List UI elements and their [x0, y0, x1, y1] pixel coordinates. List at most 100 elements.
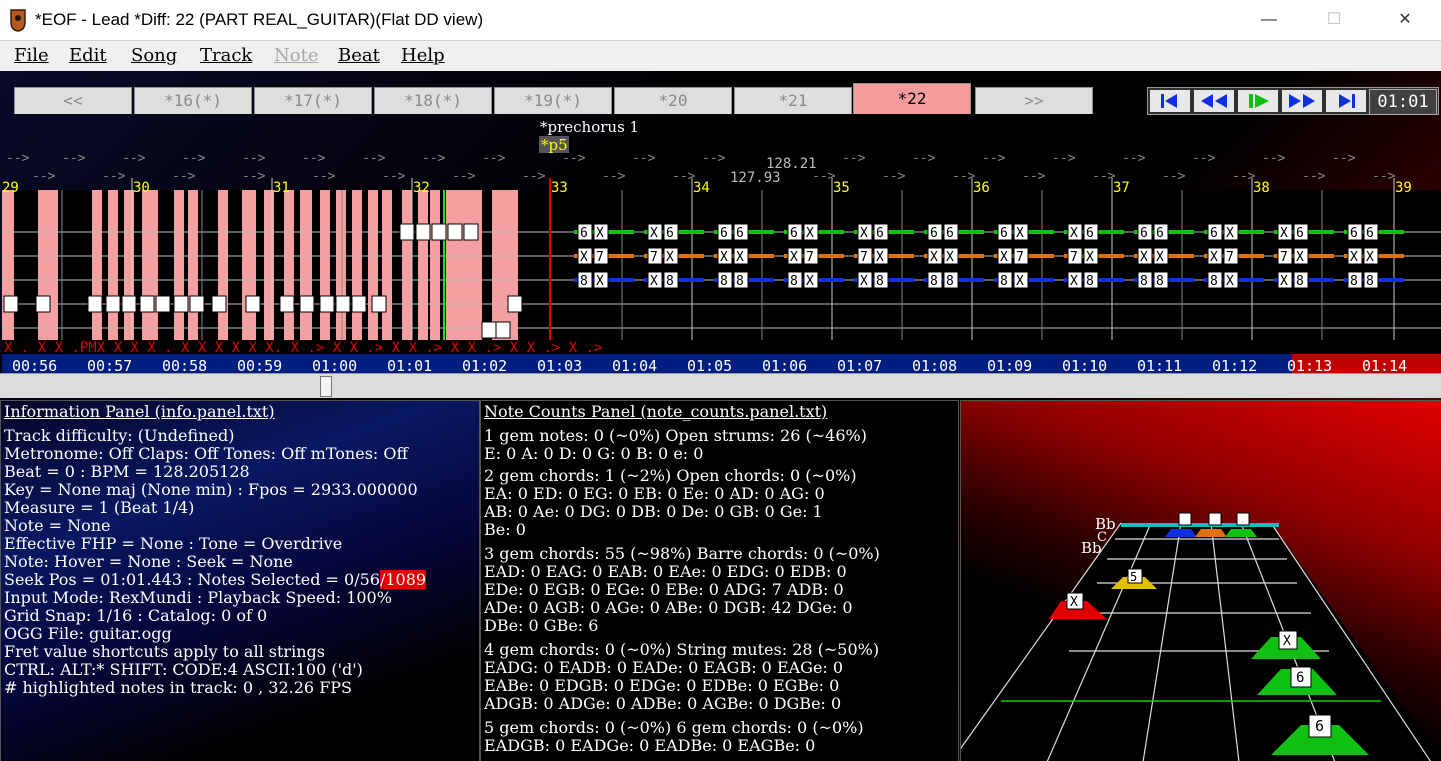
- counts-line: 3 gem chords: 55 (~98%) Barre chords: 0 …: [484, 544, 880, 563]
- svg-text:-->: -->: [242, 151, 266, 166]
- section-label: *prechorus 1: [540, 118, 639, 136]
- note-gem[interactable]: [87, 295, 103, 313]
- svg-text:-->: -->: [172, 169, 196, 184]
- note-gem-label: 6: [1296, 226, 1304, 241]
- menu-file[interactable]: File: [14, 45, 49, 66]
- skip-to-start-button[interactable]: [1150, 90, 1190, 112]
- info-line: OGG File: guitar.ogg: [4, 624, 172, 643]
- counts-line: AB: 0 Ae: 0 DG: 0 DB: 0 De: 0 GB: 0 Ge: …: [484, 502, 823, 521]
- note-gem[interactable]: [105, 295, 121, 313]
- tab-diff-16[interactable]: *16(*): [134, 87, 252, 114]
- counts-line: ADGB: 0 ADGe: 0 ADBe: 0 AGBe: 0 DGBe: 0: [484, 694, 842, 713]
- note-gem[interactable]: [463, 223, 479, 241]
- horizontal-scrollbar[interactable]: [0, 373, 1441, 398]
- note-counts-panel: Note Counts Panel (note_counts.panel.txt…: [480, 400, 959, 761]
- menu-track[interactable]: Track: [200, 45, 252, 66]
- note-gem[interactable]: [399, 223, 415, 241]
- note-gem[interactable]: [245, 295, 261, 313]
- time-display: 01:01: [1369, 89, 1437, 115]
- note-gem[interactable]: [139, 295, 155, 313]
- note-gem-label: 7: [1226, 250, 1234, 265]
- note-gem[interactable]: [447, 223, 463, 241]
- tab-diff-22[interactable]: *22: [853, 83, 971, 114]
- tab-diff-21[interactable]: *21: [734, 87, 852, 114]
- menu-beat[interactable]: Beat: [338, 45, 380, 66]
- note-gem[interactable]: [371, 295, 387, 313]
- info-line: Input Mode: RexMundi : Playback Speed: 1…: [4, 588, 392, 607]
- info-line: Track difficulty: (Undefined): [4, 426, 235, 445]
- menu-help[interactable]: Help: [401, 45, 445, 66]
- note-gem[interactable]: [415, 223, 431, 241]
- measure-32: 32: [413, 180, 430, 196]
- counts-line: 5 gem chords: 0 (~0%) 6 gem chords: 0 (~…: [484, 718, 864, 737]
- note-gem[interactable]: [189, 295, 205, 313]
- note-gem[interactable]: [319, 295, 335, 313]
- note-gem-label: X: [806, 226, 814, 241]
- close-button[interactable]: ✕: [1382, 0, 1428, 40]
- svg-text:-->: -->: [1052, 151, 1076, 166]
- note-gem[interactable]: [279, 295, 295, 313]
- note-gem-label: X: [650, 274, 658, 289]
- svg-text:-->: -->: [1372, 169, 1396, 184]
- note-gem-label: X: [596, 226, 604, 241]
- note-gem-label: 6: [790, 226, 798, 241]
- fast-forward-button[interactable]: [1282, 90, 1322, 112]
- note-gem[interactable]: [173, 295, 189, 313]
- note-gem[interactable]: [431, 223, 447, 241]
- menu-note[interactable]: Note: [274, 45, 318, 66]
- note-gem[interactable]: [351, 295, 367, 313]
- tab-prev[interactable]: <<: [14, 87, 132, 114]
- svg-text:-->: -->: [32, 169, 56, 184]
- skip-to-start-icon: [1161, 94, 1177, 108]
- measure-39: 39: [1395, 180, 1412, 196]
- note-gem-label: X: [580, 250, 588, 265]
- note-gem[interactable]: [155, 295, 171, 313]
- scrollbar-thumb[interactable]: [320, 376, 332, 397]
- note-gem[interactable]: [121, 295, 137, 313]
- note-gem-label: 6: [1156, 226, 1164, 241]
- menu-edit[interactable]: Edit: [69, 45, 107, 66]
- 3d-fretboard-preview: Bb C Bb 5 X X 6 6: [960, 400, 1441, 761]
- tab-diff-18[interactable]: *18(*): [374, 87, 492, 114]
- counts-line: EAD: 0 EAG: 0 EAB: 0 EAe: 0 EDG: 0 EDB: …: [484, 562, 847, 581]
- svg-text:-->: -->: [1332, 151, 1356, 166]
- note-gem-label: 6: [1210, 226, 1218, 241]
- notes-total-highlight: /1089: [379, 570, 427, 589]
- play-icon: [1249, 94, 1269, 108]
- tab-diff-20[interactable]: *20: [614, 87, 732, 114]
- measure-31: 31: [273, 180, 290, 196]
- workspace: << *16(*) *17(*) *18(*) *19(*) *20 *21 *…: [0, 71, 1441, 761]
- note-gem-label: 6: [930, 226, 938, 241]
- tab-diff-17[interactable]: *17(*): [254, 87, 372, 114]
- minimize-button[interactable]: —: [1246, 0, 1292, 40]
- note-gem-label: 7: [1280, 250, 1288, 265]
- note-gem-label: 8: [1140, 274, 1148, 289]
- rewind-button[interactable]: [1194, 90, 1234, 112]
- info-line: Note = None: [4, 516, 111, 535]
- maximize-button[interactable]: ☐: [1311, 0, 1357, 40]
- note-gem-label: X: [596, 274, 604, 289]
- note-gem[interactable]: [3, 295, 19, 313]
- note-gem-label: 6: [876, 226, 884, 241]
- note-gem[interactable]: [211, 295, 227, 313]
- tab-next[interactable]: >>: [975, 87, 1093, 114]
- measure-37: 37: [1113, 180, 1130, 196]
- menu-song[interactable]: Song: [131, 45, 177, 66]
- play-button[interactable]: [1238, 90, 1278, 112]
- tab-diff-19[interactable]: *19(*): [494, 87, 612, 114]
- svg-text:-->: -->: [882, 169, 906, 184]
- note-gem-label: 8: [1350, 274, 1358, 289]
- note-gem-label: 8: [666, 274, 674, 289]
- note-gem-label: 8: [580, 274, 588, 289]
- note-gem[interactable]: [507, 295, 523, 313]
- note-gem[interactable]: [481, 321, 497, 339]
- note-gem-label: 7: [1016, 250, 1024, 265]
- svg-text:-->: -->: [1302, 169, 1326, 184]
- note-gem[interactable]: [35, 295, 51, 313]
- note-gem[interactable]: [495, 321, 511, 339]
- note-gem[interactable]: [299, 295, 315, 313]
- note-editor[interactable]: *prechorus 1 *p5 128.21 127.93 --> --> -->…: [2, 118, 1441, 376]
- note-gem-label: X: [1280, 226, 1288, 241]
- skip-to-end-button[interactable]: [1326, 90, 1366, 112]
- note-gem[interactable]: [335, 295, 351, 313]
